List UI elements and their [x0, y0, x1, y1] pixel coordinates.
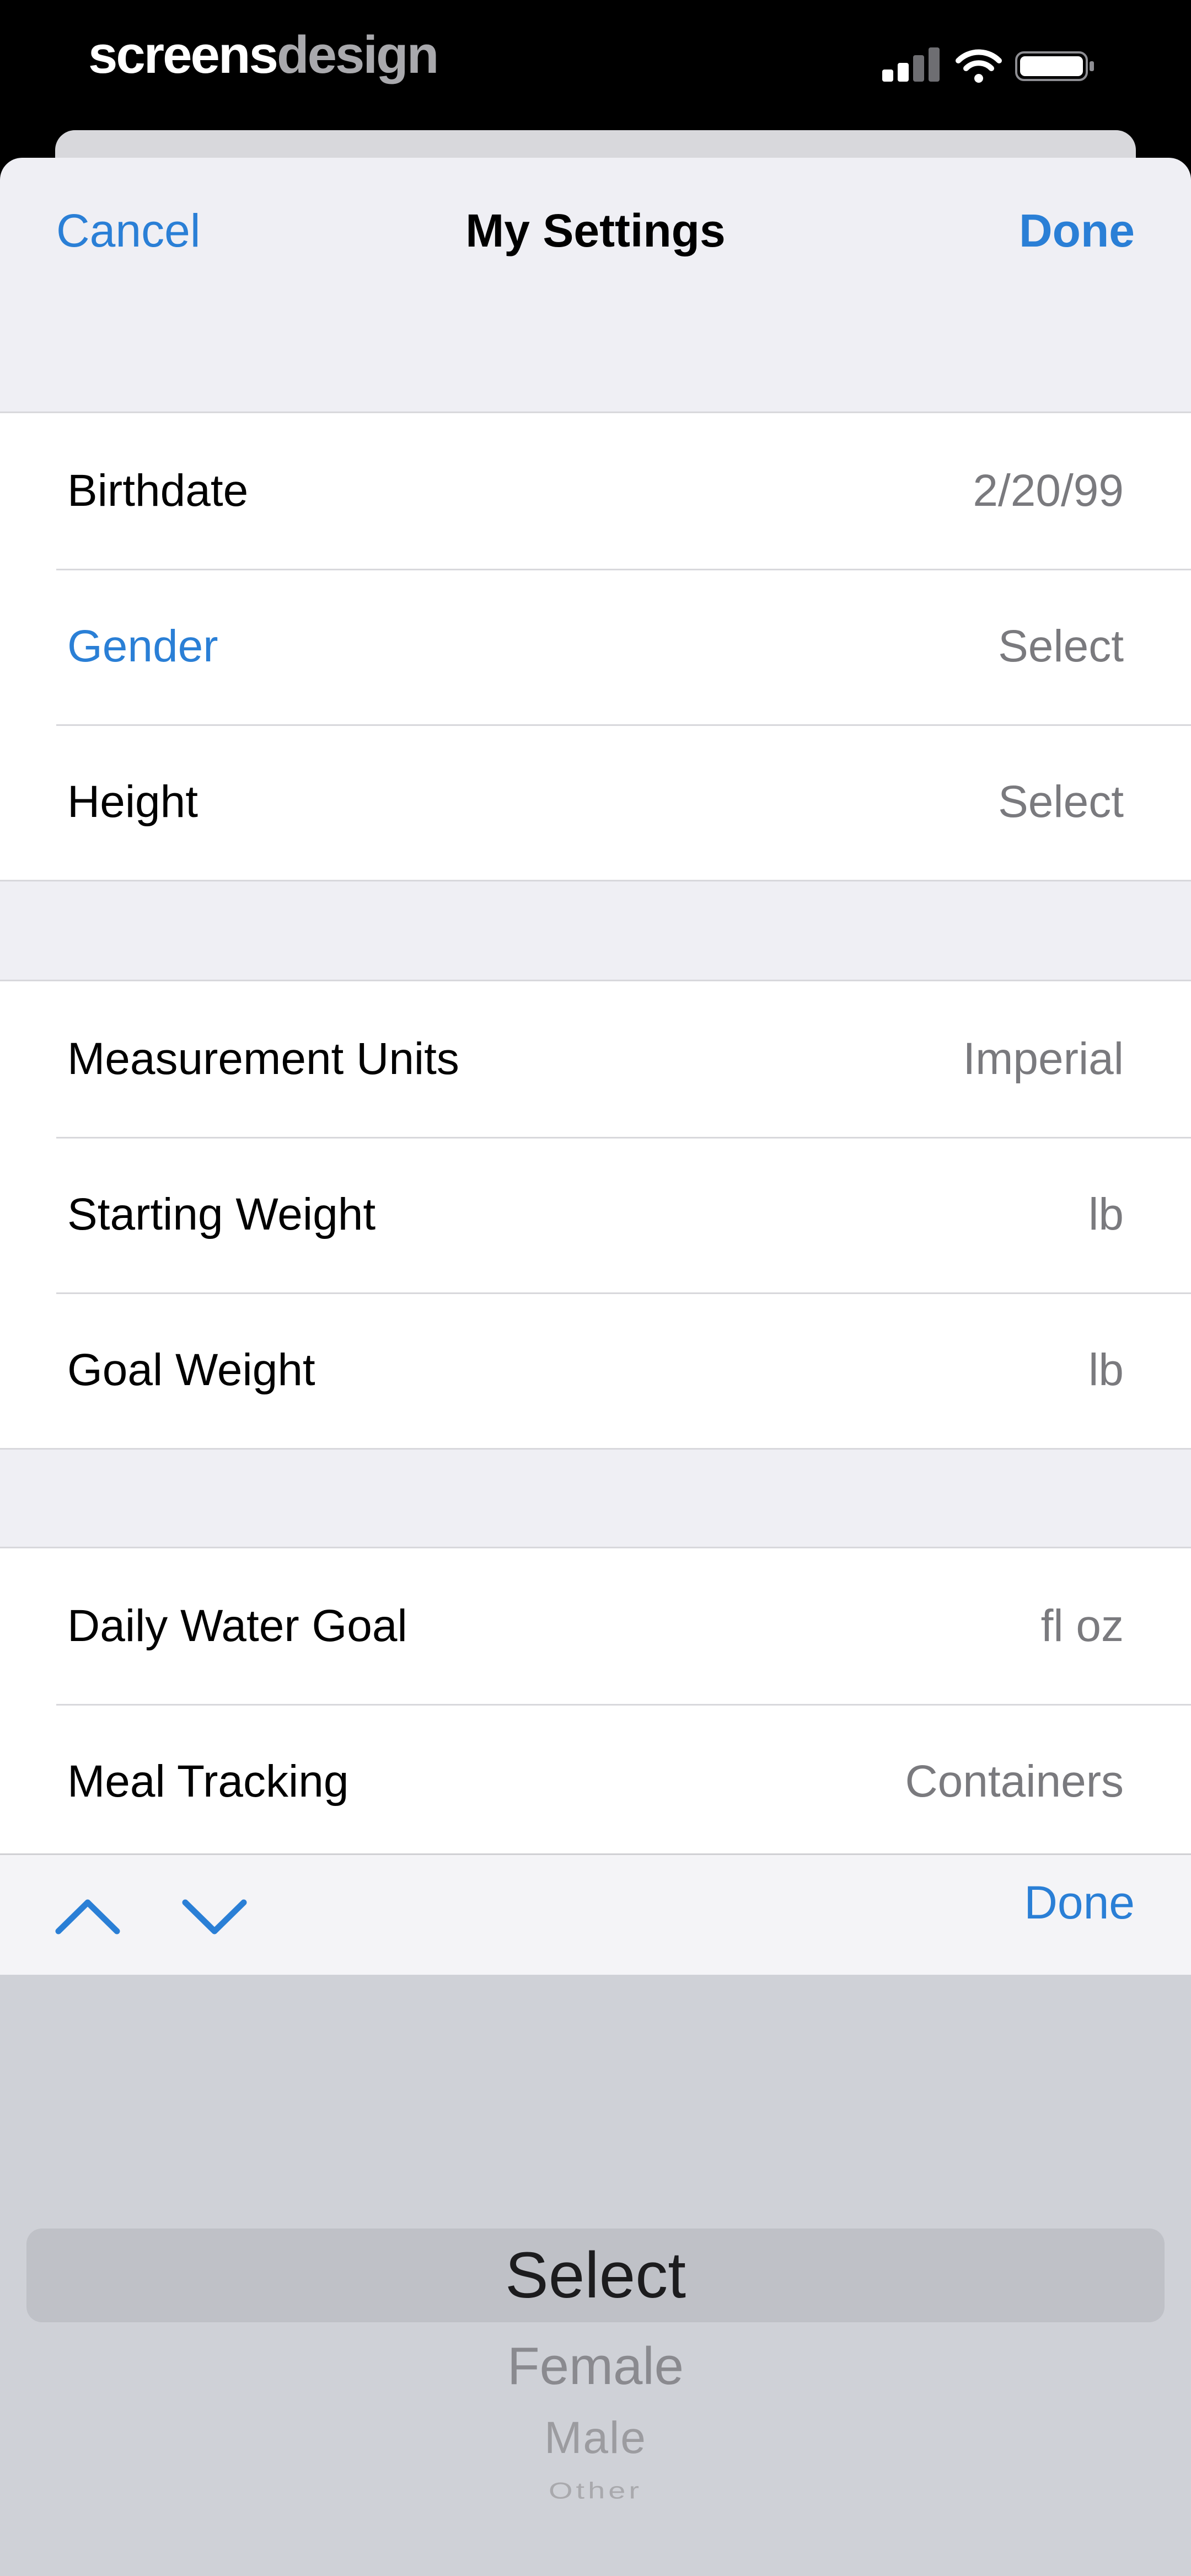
gender-picker[interactable]: Select Female Male Other: [0, 1975, 1191, 2576]
cellular-signal-icon: [882, 46, 943, 85]
row-label: Birthdate: [67, 466, 249, 516]
status-bar: screensdesign: [0, 0, 1191, 132]
settings-group-tracking: Daily Water Goal fl oz Meal Tracking Con…: [0, 1547, 1191, 1859]
row-label: Daily Water Goal: [67, 1601, 407, 1651]
wifi-icon: [956, 49, 1002, 83]
row-daily-water-goal[interactable]: Daily Water Goal fl oz: [0, 1548, 1191, 1704]
chevron-up-icon[interactable]: [52, 1888, 124, 1943]
done-button[interactable]: Done: [1019, 203, 1135, 258]
row-label: Goal Weight: [67, 1345, 315, 1395]
settings-group-weight: Measurement Units Imperial Starting Weig…: [0, 980, 1191, 1450]
brand-watermark: screensdesign: [88, 22, 439, 88]
row-goal-weight[interactable]: Goal Weight lb: [0, 1292, 1191, 1448]
row-gender[interactable]: Gender Select: [0, 569, 1191, 724]
chevron-down-icon[interactable]: [179, 1888, 250, 1943]
settings-group-personal: Birthdate 2/20/99 Gender Select Height S…: [0, 411, 1191, 881]
toolbar-done-button[interactable]: Done: [1024, 1875, 1135, 1930]
navigation-bar: Cancel My Settings Done: [0, 158, 1191, 323]
page-title: My Settings: [465, 205, 726, 256]
brand-part-1: screens: [88, 25, 278, 84]
row-value: Containers: [905, 1756, 1124, 1807]
status-icons: [882, 46, 1114, 85]
brand-part-2: design: [276, 25, 439, 84]
row-measurement-units[interactable]: Measurement Units Imperial: [0, 981, 1191, 1137]
row-label: Meal Tracking: [67, 1756, 349, 1807]
picker-option-selected[interactable]: Select: [0, 2234, 1191, 2317]
row-value: Select: [998, 621, 1124, 671]
row-label: Measurement Units: [67, 1034, 459, 1084]
battery-icon: [1015, 51, 1094, 81]
row-value: 2/20/99: [973, 466, 1124, 516]
row-value: lb: [1088, 1189, 1124, 1239]
picker-option[interactable]: Female: [0, 2333, 1191, 2399]
screen: screensdesign Cancel My Settings Done Bi…: [0, 0, 1191, 2576]
row-value: Select: [998, 777, 1124, 827]
row-value: Imperial: [963, 1034, 1124, 1084]
row-birthdate[interactable]: Birthdate 2/20/99: [0, 413, 1191, 569]
row-meal-tracking[interactable]: Meal Tracking Containers: [0, 1704, 1191, 1859]
row-value: fl oz: [1040, 1601, 1124, 1651]
picker-option[interactable]: Other: [0, 2476, 1191, 2505]
picker-option[interactable]: Male: [0, 2411, 1191, 2466]
row-label: Gender: [67, 621, 218, 671]
row-label: Starting Weight: [67, 1189, 376, 1239]
row-label: Height: [67, 777, 198, 827]
row-starting-weight[interactable]: Starting Weight lb: [0, 1137, 1191, 1292]
row-value: lb: [1088, 1345, 1124, 1395]
input-accessory-toolbar: Done: [0, 1853, 1191, 1976]
row-height[interactable]: Height Select: [0, 724, 1191, 880]
